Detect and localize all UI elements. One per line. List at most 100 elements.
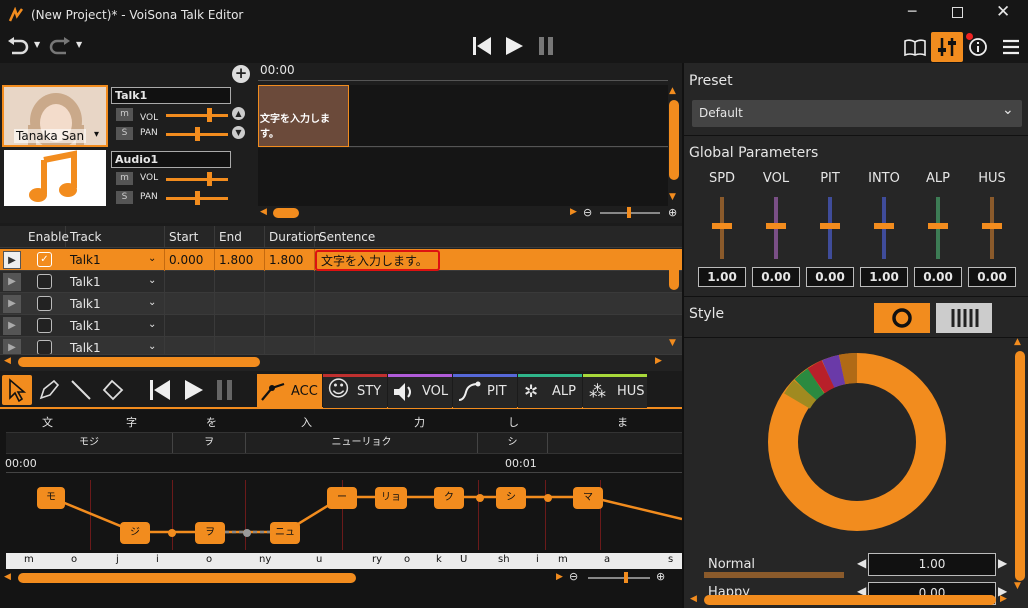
add-track-button[interactable]: +: [232, 65, 250, 83]
scroll-down-icon[interactable]: ▼: [669, 338, 676, 348]
mute-button[interactable]: m: [116, 108, 133, 121]
scroll-up-icon[interactable]: ▲: [669, 86, 676, 96]
accent-node[interactable]: ヲ: [195, 522, 225, 544]
chevron-down-icon[interactable]: ⌄: [148, 297, 156, 308]
talk-clip[interactable]: 文字を入力します。: [258, 85, 349, 147]
scroll-right-icon[interactable]: ▶: [556, 572, 563, 582]
scroll-down-icon[interactable]: ▼: [669, 192, 676, 202]
accent-point[interactable]: [544, 494, 552, 502]
mute-button[interactable]: m: [116, 172, 133, 185]
vol-slider-handle[interactable]: [207, 172, 212, 186]
row-play-icon[interactable]: ▶: [3, 251, 21, 269]
sliders-icon[interactable]: [931, 32, 963, 62]
hus-handle[interactable]: [982, 223, 1002, 229]
accent-node[interactable]: ー: [327, 487, 357, 509]
accent-node[interactable]: ジ: [120, 522, 150, 544]
accent-node[interactable]: モ: [37, 487, 65, 509]
maximize-icon[interactable]: [952, 7, 963, 18]
track-down-icon[interactable]: ▼: [232, 126, 245, 139]
table-row[interactable]: ▶ Talk1 ⌄: [0, 337, 682, 355]
row-play-icon[interactable]: ▶: [3, 295, 21, 313]
enable-checkbox[interactable]: [37, 318, 52, 333]
sentence-cell[interactable]: 文字を入力します。: [315, 250, 440, 271]
track-h-scrollbar[interactable]: [273, 208, 299, 218]
tab-vol[interactable]: VOL: [388, 374, 452, 408]
chevron-down-icon[interactable]: ⌄: [148, 341, 156, 352]
accent-node[interactable]: ク: [434, 487, 464, 509]
vol-slider-track[interactable]: [166, 178, 228, 181]
enable-checkbox[interactable]: ✓: [37, 252, 52, 267]
row-play-icon[interactable]: ▶: [3, 273, 21, 291]
start-cell[interactable]: [165, 337, 215, 354]
hus-value[interactable]: 0.00: [968, 267, 1016, 287]
end-cell[interactable]: [215, 337, 265, 354]
alp-handle[interactable]: [928, 223, 948, 229]
zoom-in-icon[interactable]: ⊕: [656, 570, 665, 583]
table-row[interactable]: ▶ Talk1 ⌄: [0, 315, 682, 337]
tab-acc[interactable]: ACC: [257, 374, 322, 408]
skip-back-icon[interactable]: [471, 35, 493, 57]
into-handle[interactable]: [874, 223, 894, 229]
cursor-icon[interactable]: [2, 375, 32, 405]
zoom-slider[interactable]: [588, 577, 650, 579]
scroll-up-icon[interactable]: ▲: [1014, 337, 1021, 347]
table-row[interactable]: ▶ ✓ Talk1 ⌄ 0.000 1.800 1.800 文字を入力します。: [0, 249, 682, 271]
undo-icon[interactable]: [6, 36, 30, 56]
duration-cell[interactable]: [265, 315, 315, 337]
accent-node[interactable]: リョ: [375, 487, 407, 509]
panel-v-scrollbar[interactable]: [1015, 351, 1025, 581]
table-v-scrollbar[interactable]: [669, 264, 679, 290]
panel-h-scrollbar[interactable]: [704, 595, 996, 605]
enable-checkbox[interactable]: [37, 274, 52, 289]
scroll-right-icon[interactable]: ▶: [1000, 594, 1007, 604]
pause-icon[interactable]: [214, 378, 238, 402]
spd-value[interactable]: 1.00: [698, 267, 746, 287]
track-v-scrollbar[interactable]: [669, 100, 679, 180]
minimize-icon[interactable]: ─: [908, 4, 916, 20]
redo-dropdown-icon[interactable]: ▼: [76, 40, 82, 49]
zoom-handle[interactable]: [627, 207, 631, 218]
track-up-icon[interactable]: ▲: [232, 107, 245, 120]
start-cell[interactable]: [165, 293, 215, 315]
scroll-left-icon[interactable]: ◀: [690, 594, 697, 604]
zoom-handle[interactable]: [624, 572, 628, 583]
zoom-out-icon[interactable]: ⊖: [583, 206, 592, 219]
pit-handle[interactable]: [820, 223, 840, 229]
tab-pit[interactable]: PIT: [453, 374, 517, 408]
vol-slider-handle[interactable]: [207, 108, 212, 122]
vol-handle[interactable]: [766, 223, 786, 229]
accent-point[interactable]: [168, 529, 176, 537]
scroll-left-icon[interactable]: ◀: [4, 356, 11, 366]
scroll-left-icon[interactable]: ◀: [4, 572, 11, 582]
enable-checkbox[interactable]: [37, 340, 52, 354]
duration-cell[interactable]: 1.800: [265, 249, 315, 271]
end-cell[interactable]: 1.800: [215, 249, 265, 271]
solo-button[interactable]: S: [116, 191, 133, 204]
skip-back-icon[interactable]: [148, 378, 172, 402]
solo-button[interactable]: S: [116, 127, 133, 140]
editor-h-scrollbar[interactable]: [18, 573, 356, 583]
end-cell[interactable]: [215, 293, 265, 315]
accent-node[interactable]: マ: [573, 487, 603, 509]
row-play-icon[interactable]: ▶: [3, 317, 21, 335]
chevron-down-icon[interactable]: ⌄: [148, 275, 156, 286]
accent-point[interactable]: [243, 529, 251, 537]
zoom-out-icon[interactable]: ⊖: [569, 570, 578, 583]
vol-value[interactable]: 0.00: [752, 267, 800, 287]
style-bars-view-button[interactable]: [936, 303, 992, 333]
chevron-down-icon[interactable]: ⌄: [148, 253, 156, 264]
tab-alp[interactable]: ✲ ALP: [518, 374, 582, 408]
scroll-left-icon[interactable]: ◀: [260, 207, 267, 217]
end-cell[interactable]: [215, 315, 265, 337]
book-icon[interactable]: [903, 36, 927, 58]
preset-select[interactable]: Default ⌄: [692, 100, 1022, 127]
table-row[interactable]: ▶ Talk1 ⌄: [0, 293, 682, 315]
track-name-input[interactable]: Talk1: [111, 87, 231, 104]
menu-icon[interactable]: [1002, 39, 1020, 55]
tab-sty[interactable]: ☺ STY: [323, 374, 387, 408]
start-cell[interactable]: [165, 271, 215, 293]
undo-dropdown-icon[interactable]: ▼: [34, 40, 40, 49]
chevron-down-icon[interactable]: ▾: [94, 129, 99, 140]
close-icon[interactable]: ✕: [996, 2, 1010, 22]
info-icon[interactable]: [968, 37, 988, 57]
